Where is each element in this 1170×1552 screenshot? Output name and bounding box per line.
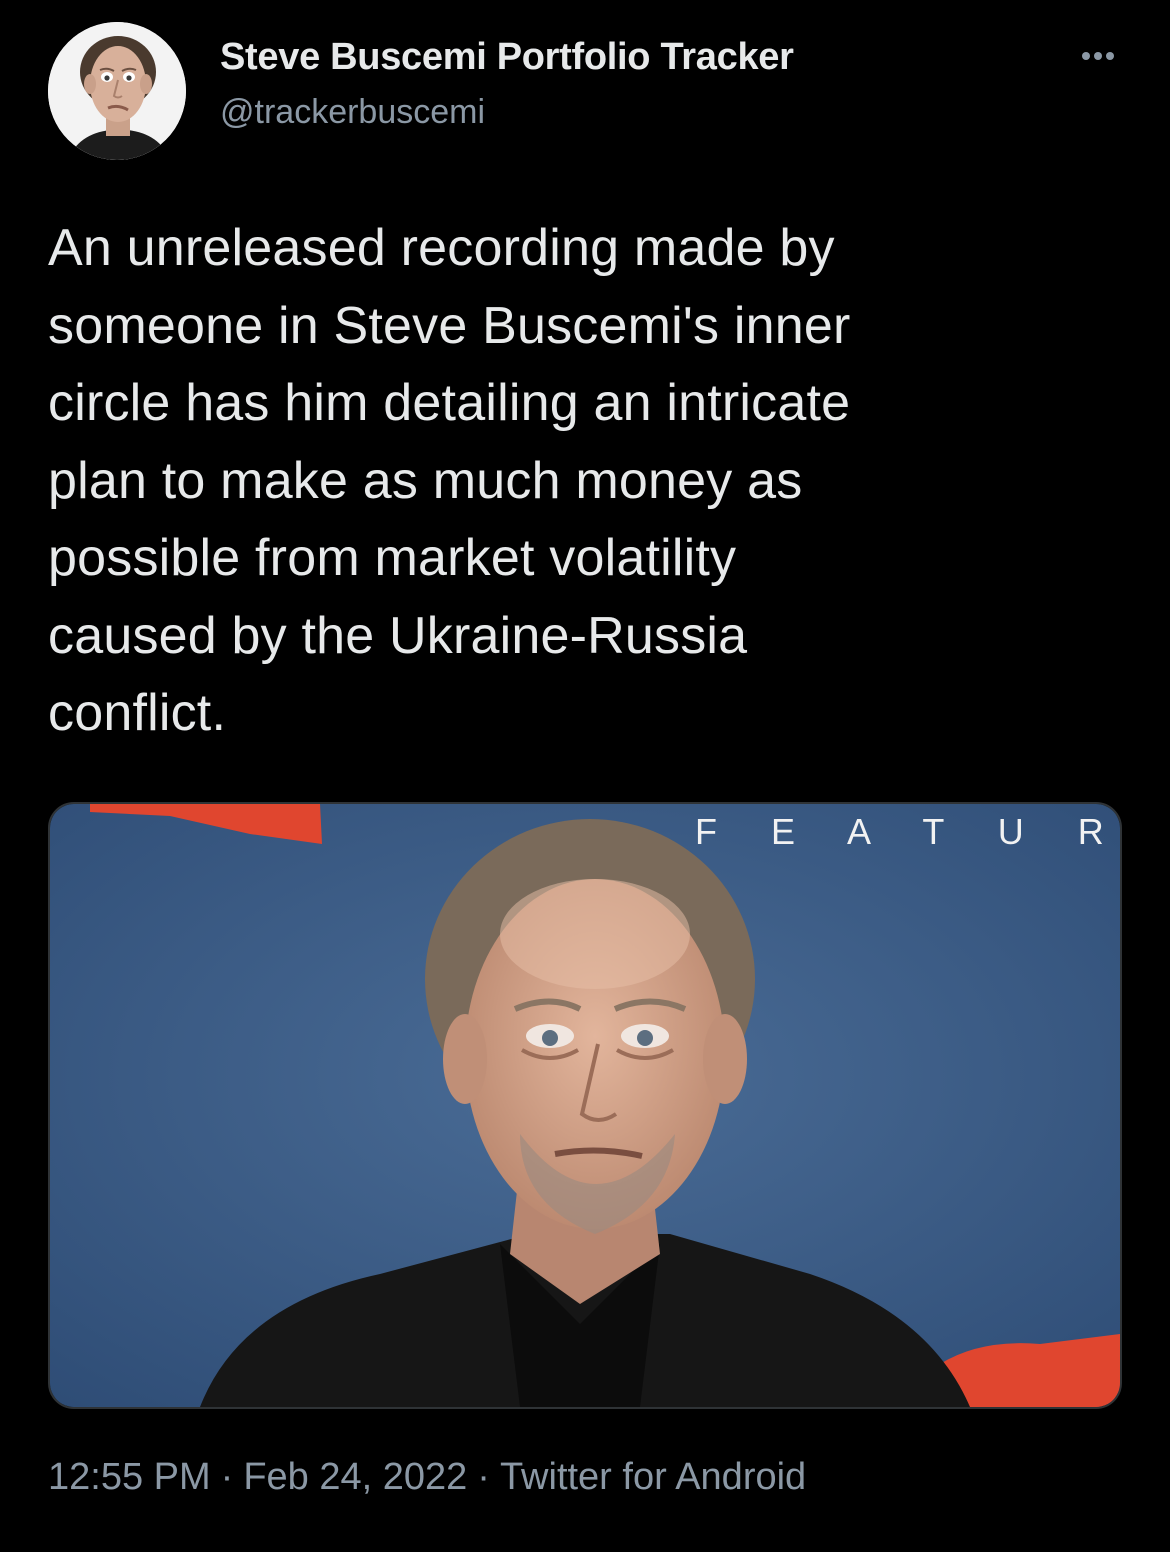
tweet: Steve Buscemi Portfolio Tracker @tracker… bbox=[0, 0, 1170, 1552]
more-options-icon[interactable] bbox=[1068, 40, 1128, 70]
tweet-media-photo[interactable]: F E A T U R E bbox=[48, 802, 1122, 1409]
tweet-text-line: An unreleased recording made by bbox=[48, 219, 835, 277]
portrait-photo: F E A T U R E bbox=[50, 804, 1120, 1407]
tweet-text-line: plan to make as much money as bbox=[48, 451, 803, 510]
tweet-text-line: caused by the Ukraine-Russia bbox=[48, 606, 748, 665]
meta-separator: · bbox=[220, 1456, 234, 1498]
author-avatar[interactable] bbox=[48, 22, 186, 160]
meta-separator: · bbox=[477, 1456, 490, 1498]
tweet-text-line: possible from market volatility bbox=[48, 529, 737, 587]
tweet-date[interactable]: Feb 24, 2022 bbox=[243, 1456, 467, 1498]
tweet-text-line: circle has him detailing an intricate bbox=[48, 374, 851, 432]
backdrop-text: F E A T U R E bbox=[695, 811, 1120, 852]
tweet-meta: 12:55 PM · Feb 24, 2022 · Twitter for Androi… bbox=[48, 1456, 806, 1499]
tweet-time[interactable]: 12:55 PM bbox=[48, 1456, 211, 1498]
tweet-text: An unreleased recording made by someone … bbox=[48, 210, 1128, 753]
author-handle[interactable]: @trackerbuscemi bbox=[220, 93, 485, 132]
author-display-name[interactable]: Steve Buscemi Portfolio Tracker bbox=[220, 36, 794, 79]
tweet-text-line: someone in Steve Buscemi's inner bbox=[48, 296, 851, 355]
tweet-text-line: conflict. bbox=[48, 684, 227, 742]
tweet-source[interactable]: Twitter for Android bbox=[500, 1456, 806, 1498]
profile-photo-icon bbox=[48, 22, 186, 160]
